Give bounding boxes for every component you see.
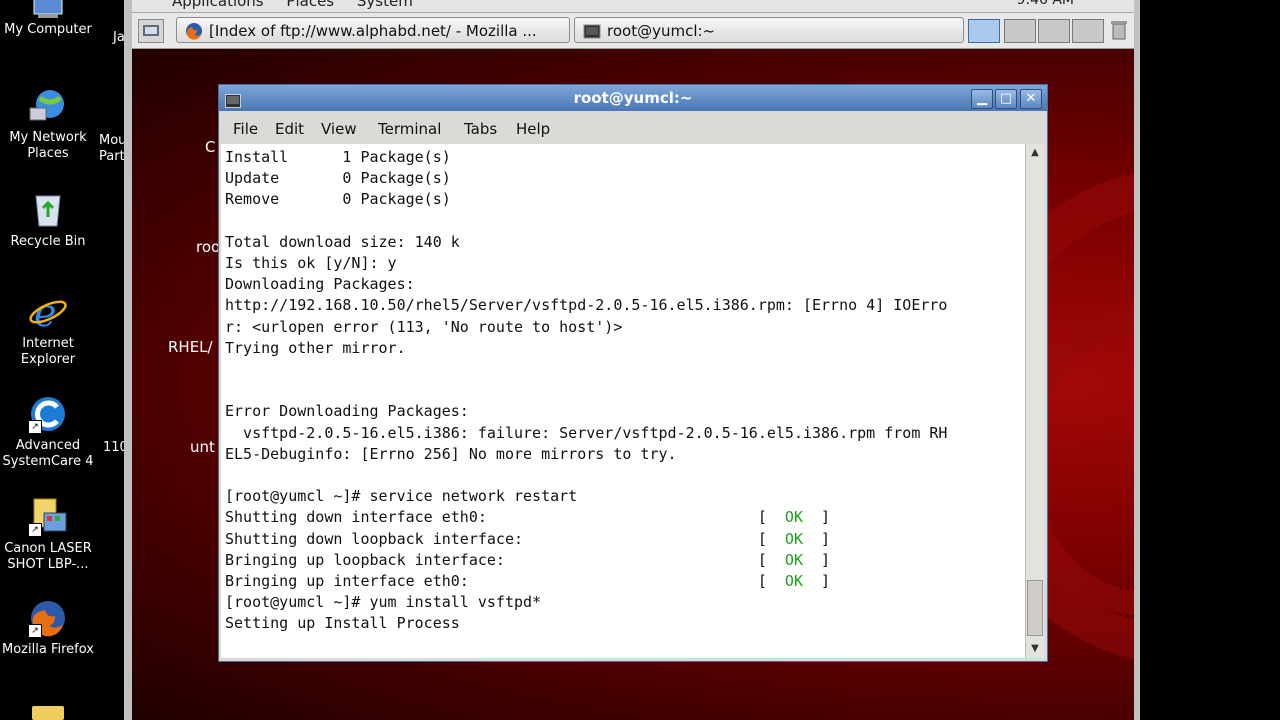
printer-icon: ↗ bbox=[28, 497, 68, 537]
scrollbar-thumb[interactable] bbox=[1027, 580, 1043, 636]
maximize-icon: □ bbox=[999, 91, 1013, 106]
svg-text:e: e bbox=[34, 292, 57, 332]
taskbar-item-label: root@yumcl:~ bbox=[607, 22, 716, 40]
desktop-icon-advanced-systemcare[interactable]: ↗ Advanced SystemCare 4 bbox=[0, 394, 96, 470]
panel-clock[interactable]: 9:46 AM bbox=[1016, 0, 1074, 8]
shortcut-arrow-icon: ↗ bbox=[28, 523, 42, 537]
desktop-icon-my-network-places[interactable]: My Network Places bbox=[0, 86, 96, 162]
terminal-menubar: File Edit View Terminal Tabs Help bbox=[219, 113, 1047, 143]
terminal-line: [root@yumcl ~]# yum install vsftpd* bbox=[225, 593, 542, 612]
menu-view[interactable]: View bbox=[321, 120, 357, 138]
network-places-icon bbox=[28, 86, 68, 126]
gnome-top-panel: Applications Places System 9:46 AM bbox=[132, 0, 1134, 13]
menu-places[interactable]: Places bbox=[286, 0, 334, 10]
terminal-line: Error Downloading Packages: bbox=[225, 402, 469, 421]
terminal-scrollbar[interactable]: ▲ ▼ bbox=[1025, 144, 1044, 658]
terminal-line: Shutting down interface eth0: bbox=[225, 508, 758, 527]
gnome-taskbar: [Index of ftp://www.alphabd.net/ - Mozil… bbox=[132, 13, 1134, 49]
taskbar-item-terminal[interactable]: root@yumcl:~ bbox=[574, 17, 964, 43]
terminal-line: EL5-Debuginfo: [Errno 256] No more mirro… bbox=[225, 444, 677, 463]
status-ok: OK bbox=[784, 508, 803, 527]
vm-desktop-label: C bbox=[205, 138, 216, 156]
trash-icon[interactable] bbox=[1110, 19, 1128, 41]
vm-desktop-label: roo bbox=[196, 238, 221, 256]
terminal-line: Install 1 Package(s) bbox=[225, 148, 451, 166]
terminal-line: Trying other mirror. bbox=[225, 338, 406, 357]
status-ok: OK bbox=[784, 529, 803, 548]
desktop-icon-canon-printer[interactable]: ↗ Canon LASER SHOT LBP-... bbox=[0, 497, 96, 573]
host-desktop: My Computer My Network Places Recycle Bi… bbox=[0, 0, 132, 720]
terminal-line: Setting up Install Process bbox=[225, 614, 460, 633]
taskbar-item-label: [Index of ftp://www.alphabd.net/ - Mozil… bbox=[209, 22, 537, 40]
internet-explorer-icon: e bbox=[28, 291, 68, 335]
terminal-line: r: <urlopen error (113, 'No route to hos… bbox=[225, 317, 623, 336]
terminal-line: Total download size: 140 k bbox=[225, 232, 460, 251]
terminal-line: Bringing up loopback interface: bbox=[225, 550, 758, 569]
terminal-line: Is this ok [y/N]: y bbox=[225, 254, 397, 273]
desktop-icon-my-computer[interactable]: My Computer bbox=[0, 0, 96, 38]
menu-terminal[interactable]: Terminal bbox=[378, 120, 441, 138]
vm-desktop-label: unt bbox=[190, 438, 215, 456]
partial-icon-label: Mou Part bbox=[99, 133, 127, 164]
workspace-2[interactable] bbox=[1004, 19, 1036, 43]
status-ok: OK bbox=[784, 550, 803, 569]
minimize-button[interactable]: ▁ bbox=[971, 89, 993, 109]
terminal-line: Update 0 Package(s) bbox=[225, 169, 451, 188]
terminal-titlebar[interactable]: root@yumcl:~ ▁ □ ✕ bbox=[219, 85, 1047, 111]
firefox-icon: ↗ bbox=[28, 598, 68, 638]
close-button[interactable]: ✕ bbox=[1020, 89, 1042, 109]
shortcut-arrow-icon: ↗ bbox=[28, 624, 42, 638]
advanced-systemcare-icon: ↗ bbox=[28, 394, 68, 434]
menu-help[interactable]: Help bbox=[516, 120, 550, 138]
scroll-down-icon[interactable]: ▼ bbox=[1027, 641, 1043, 657]
computer-icon bbox=[28, 0, 68, 18]
taskbar-item-firefox[interactable]: [Index of ftp://www.alphabd.net/ - Mozil… bbox=[176, 17, 570, 43]
terminal-window: root@yumcl:~ ▁ □ ✕ File Edit View Termin… bbox=[218, 84, 1048, 662]
desktop-icon-recycle-bin[interactable]: Recycle Bin bbox=[0, 190, 96, 250]
terminal-icon bbox=[225, 90, 241, 108]
menu-tabs[interactable]: Tabs bbox=[464, 120, 497, 138]
terminal-output[interactable]: Install 1 Package(s) Update 0 Package(s)… bbox=[221, 144, 1027, 658]
terminal-line: Remove 0 Package(s) bbox=[225, 190, 451, 209]
terminal-text: Install 1 Package(s) Update 0 Package(s)… bbox=[225, 148, 948, 633]
workspace-4[interactable] bbox=[1072, 19, 1104, 43]
terminal-line: http://192.168.10.50/rhel5/Server/vsftpd… bbox=[225, 296, 948, 315]
menu-system[interactable]: System bbox=[357, 0, 413, 10]
terminal-line: Downloading Packages: bbox=[225, 275, 415, 294]
terminal-line: vsftpd-2.0.5-16.el5.i386: failure: Serve… bbox=[225, 423, 948, 442]
workspace-1[interactable] bbox=[968, 19, 1000, 43]
desktop-icon-mozilla-firefox[interactable]: ↗ Mozilla Firefox bbox=[0, 598, 96, 658]
menu-file[interactable]: File bbox=[233, 120, 258, 138]
menu-edit[interactable]: Edit bbox=[275, 120, 304, 138]
minimize-icon: ▁ bbox=[977, 91, 987, 106]
shortcut-arrow-icon: ↗ bbox=[28, 420, 42, 434]
scroll-up-icon[interactable]: ▲ bbox=[1027, 145, 1043, 161]
status-ok: OK bbox=[784, 572, 803, 591]
window-title: root@yumcl:~ bbox=[573, 89, 693, 107]
show-desktop-icon bbox=[143, 25, 159, 36]
close-icon: ✕ bbox=[1025, 91, 1037, 106]
workspace-3[interactable] bbox=[1038, 19, 1070, 43]
desktop-icon-internet-explorer[interactable]: e Internet Explorer bbox=[0, 291, 96, 368]
firefox-icon bbox=[185, 22, 203, 40]
menu-applications[interactable]: Applications bbox=[172, 0, 264, 10]
maximize-button[interactable]: □ bbox=[995, 89, 1017, 109]
show-desktop-button[interactable] bbox=[138, 19, 164, 43]
folder-icon[interactable] bbox=[32, 706, 64, 720]
terminal-line: [root@yumcl ~]# service network restart bbox=[225, 487, 578, 506]
terminal-icon bbox=[583, 22, 601, 39]
recycle-bin-icon bbox=[28, 190, 68, 230]
terminal-line: Bringing up interface eth0: bbox=[225, 572, 758, 591]
terminal-line: Shutting down loopback interface: bbox=[225, 529, 758, 548]
vm-desktop-label: RHEL/ bbox=[168, 338, 213, 356]
